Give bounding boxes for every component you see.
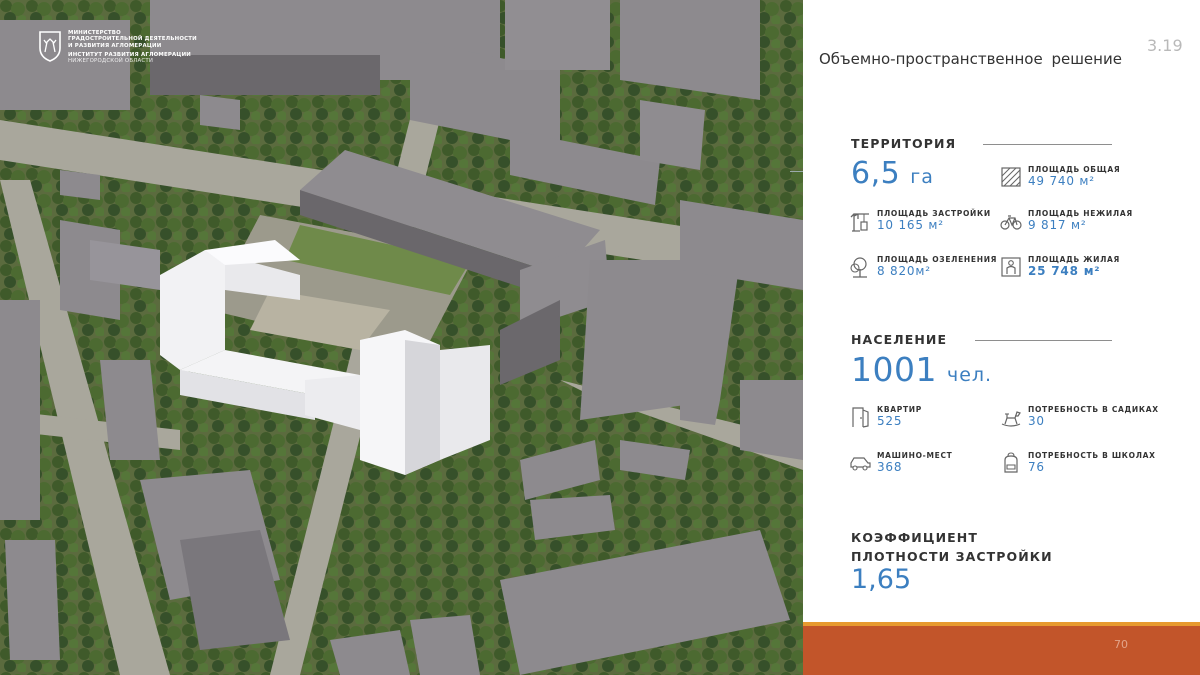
bicycle-icon	[1000, 214, 1022, 230]
stat-built-area: ПЛОЩАДЬ ЗАСТРОЙКИ 10 165 м²	[849, 209, 991, 232]
footer-bar: 70	[803, 622, 1200, 675]
hatched-square-icon	[1001, 166, 1021, 187]
stat-apartments: КВАРТИР 525	[849, 405, 922, 428]
ministry-logo: Министерство градостроительной деятельно…	[38, 30, 197, 64]
aerial-render-image	[0, 0, 803, 675]
backpack-icon	[1004, 451, 1018, 473]
rocking-horse-icon	[1001, 410, 1021, 427]
info-panel: Объемно-пространственное решение 3.19 ТЕ…	[803, 0, 1200, 675]
slide-number: 3.19	[1147, 36, 1183, 55]
population-heading: НАСЕЛЕНИЕ	[851, 332, 948, 347]
territory-value: 6,5 га	[851, 156, 934, 191]
territory-heading: ТЕРРИТОРИЯ	[851, 136, 957, 151]
stat-nonresidential-area: ПЛОЩАДЬ НЕЖИЛАЯ 9 817 м²	[1000, 209, 1133, 232]
stat-green-area: ПЛОЩАДЬ ОЗЕЛЕНЕНИЯ 8 820м²	[849, 255, 997, 278]
aerial-render: Министерство градостроительной деятельно…	[0, 0, 803, 675]
stat-total-area: ПЛОЩАДЬ ОБЩАЯ 49 740 м²	[1000, 165, 1120, 188]
car-icon	[850, 456, 871, 471]
footer-band	[803, 626, 1200, 675]
population-divider	[975, 340, 1112, 341]
logo-text: Министерство градостроительной деятельно…	[68, 30, 197, 65]
density-coefficient-heading: КОЭФФИЦИЕНТ ПЛОТНОСТИ ЗАСТРОЙКИ	[851, 530, 1053, 564]
territory-divider	[983, 144, 1112, 145]
tree-icon	[850, 256, 867, 278]
crane-icon	[850, 212, 869, 232]
page-title: Объемно-пространственное решение	[819, 50, 1122, 68]
person-in-frame-icon	[1001, 256, 1021, 277]
door-icon	[852, 406, 869, 428]
stat-kindergartens: ПОТРЕБНОСТЬ В САДИКАХ 30	[1000, 405, 1159, 428]
coat-of-arms-icon	[39, 31, 61, 62]
stat-parking: МАШИНО-МЕСТ 368	[849, 451, 952, 474]
density-coefficient-value: 1,65	[851, 564, 912, 595]
stat-residential-area: ПЛОЩАДЬ ЖИЛАЯ 25 748 м²	[1000, 255, 1120, 278]
population-value: 1001 чел.	[851, 350, 993, 389]
stat-schools: ПОТРЕБНОСТЬ В ШКОЛАХ 76	[1000, 451, 1156, 474]
page-number: 70	[1114, 638, 1128, 651]
